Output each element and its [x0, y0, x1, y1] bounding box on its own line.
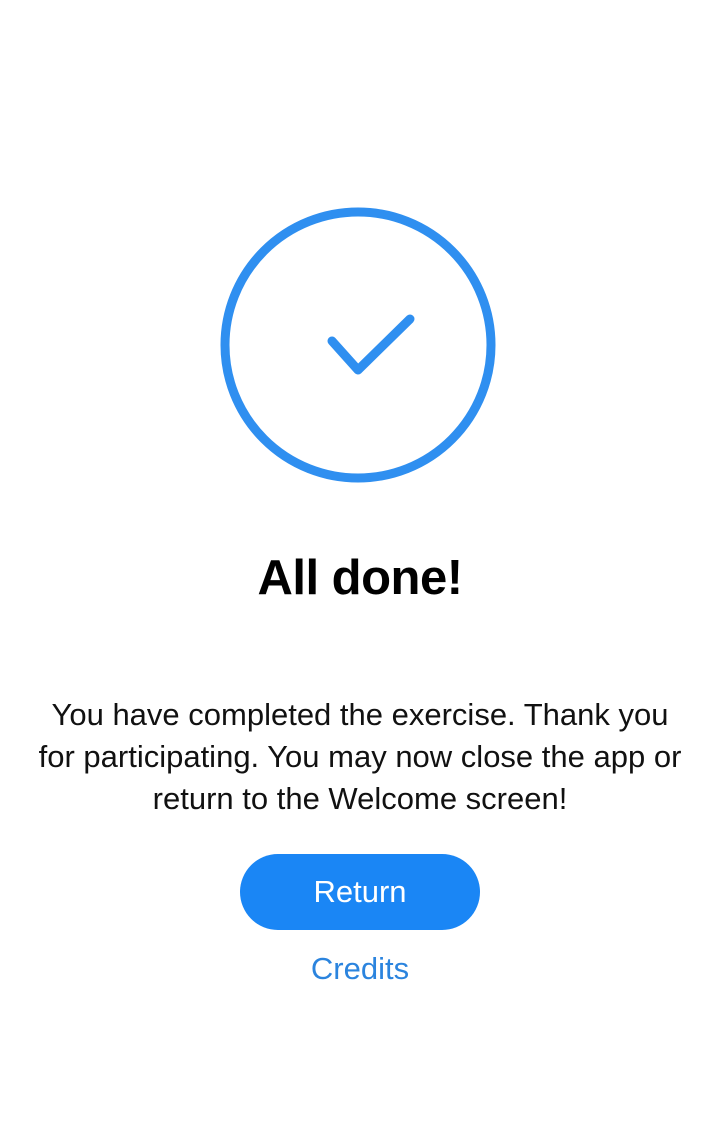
- credits-link[interactable]: Credits: [260, 944, 460, 994]
- circle-outline: [220, 207, 496, 483]
- return-button[interactable]: Return: [240, 854, 480, 930]
- checkmark-circle-icon: [220, 207, 496, 483]
- checkmark-stroke: [327, 314, 415, 375]
- completion-message: You have completed the exercise. Thank y…: [38, 697, 682, 816]
- page-title: All done!: [257, 551, 463, 605]
- completion-screen: All done! You have completed the exercis…: [0, 0, 720, 1140]
